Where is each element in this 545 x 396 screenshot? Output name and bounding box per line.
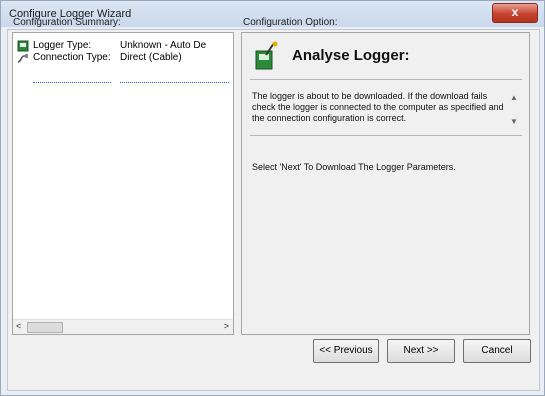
cable-icon [17,54,28,63]
logger-icon [17,40,29,52]
scroll-up-icon[interactable]: ▲ [510,93,518,102]
summary-name: Connection Type: [33,52,111,63]
scroll-left-icon[interactable]: < [16,321,21,331]
dotted-separator [120,82,229,83]
wizard-window: Configure Logger Wizard x Configuration … [0,0,545,396]
option-title: Analyse Logger: [292,47,410,64]
scroll-thumb[interactable] [27,322,63,333]
previous-button[interactable]: << Previous [313,339,379,363]
summary-row-connection-type[interactable]: Connection Type: Direct (Cable) [17,52,277,65]
divider [250,135,522,136]
scroll-right-icon[interactable]: > [224,321,229,331]
option-panel: Analyse Logger: The logger is about to b… [241,32,530,335]
summary-value: Direct (Cable) [120,52,182,63]
horizontal-scrollbar[interactable]: < > [13,319,233,334]
cancel-button[interactable]: Cancel [463,339,531,363]
dotted-separator [33,82,111,83]
option-heading: Configuration Option: [243,17,338,28]
instruction-text: Select 'Next' To Download The Logger Par… [252,162,456,172]
next-button[interactable]: Next >> [387,339,455,363]
summary-value: Unknown - Auto De [120,40,207,51]
description-text: The logger is about to be downloaded. If… [252,91,504,123]
scroll-down-icon[interactable]: ▼ [510,117,518,126]
summary-panel: Logger Type: Unknown - Auto De Connectio… [12,32,234,335]
analyse-logger-icon [255,41,278,70]
close-icon: x [511,5,519,19]
divider [250,79,522,80]
summary-name: Logger Type: [33,40,92,51]
summary-heading: Configuration Summary: [13,17,121,28]
close-button[interactable]: x [492,3,538,23]
